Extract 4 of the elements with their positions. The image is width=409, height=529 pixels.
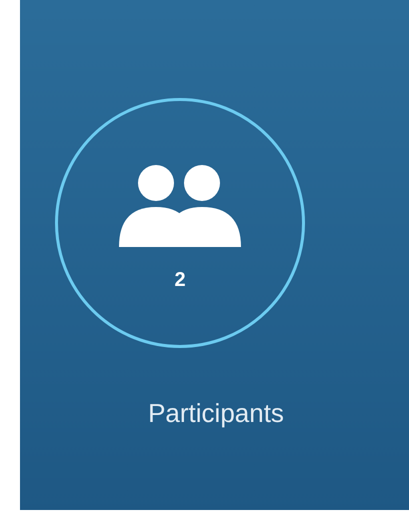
- participant-count: 2: [174, 269, 186, 292]
- participants-label: Participants: [148, 398, 284, 429]
- participants-button[interactable]: 2: [55, 98, 305, 348]
- people-icon: [117, 163, 243, 247]
